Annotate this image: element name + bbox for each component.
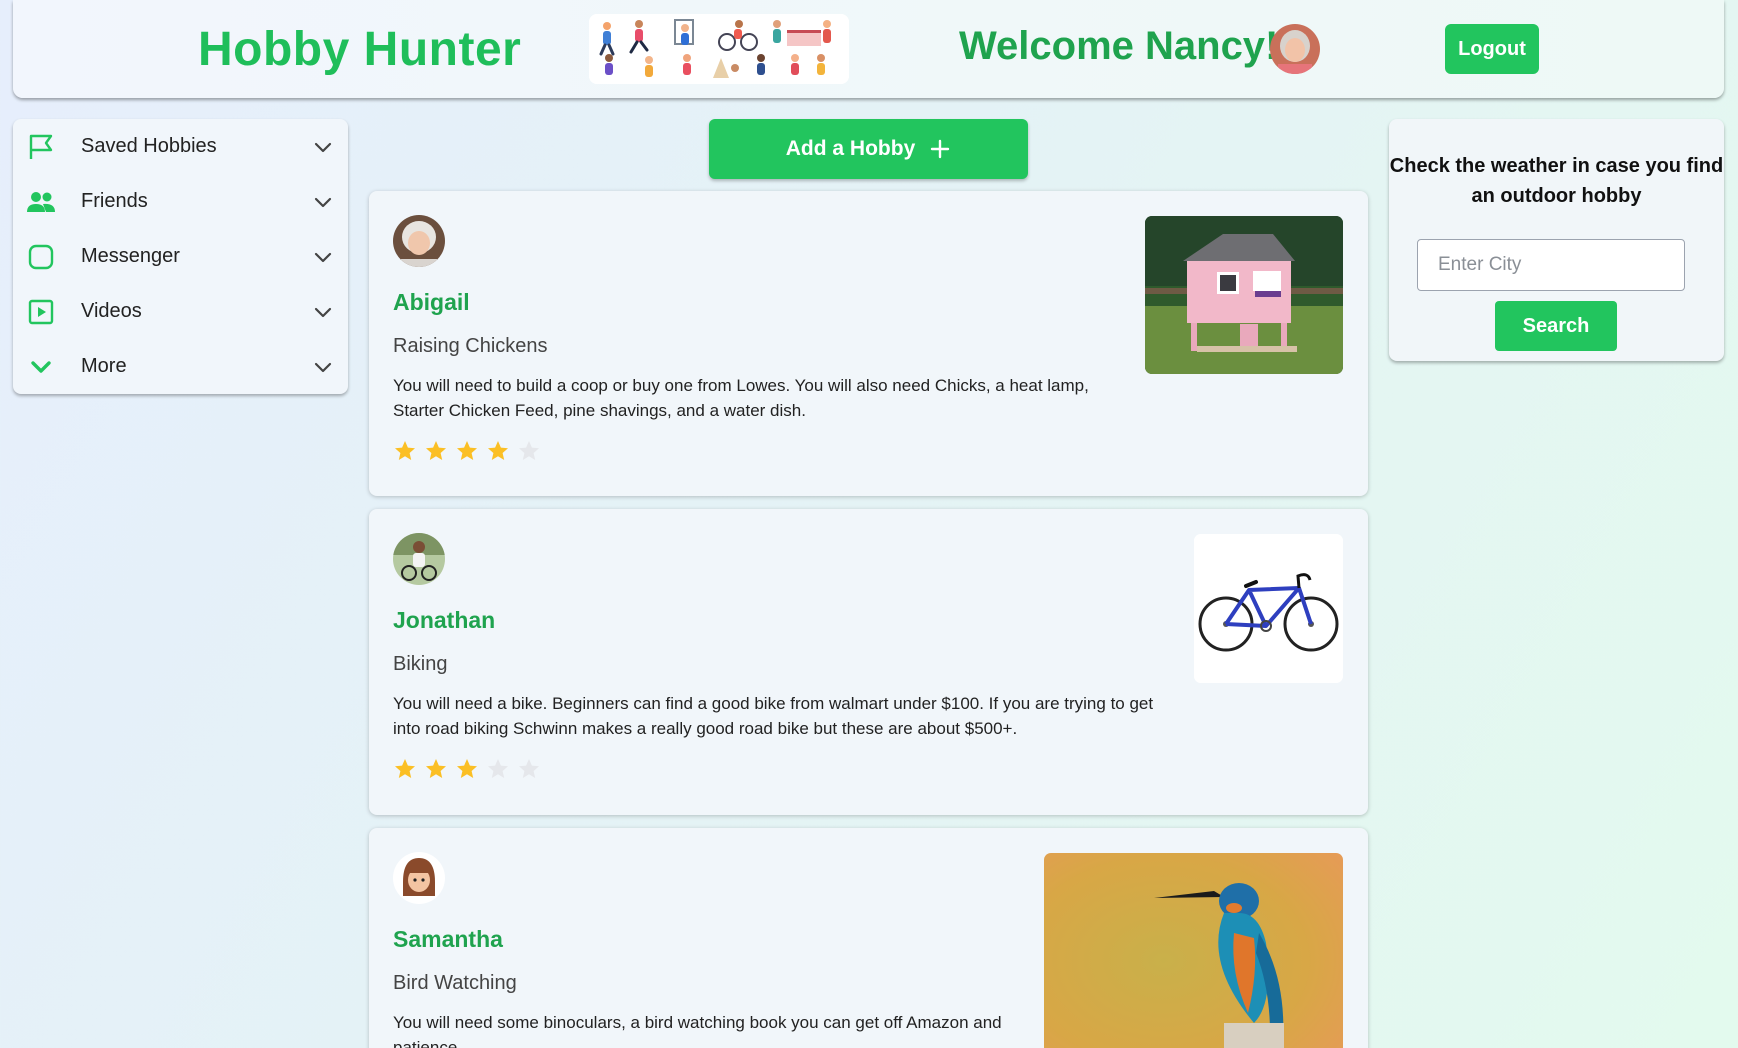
star-empty-icon[interactable] (517, 757, 541, 781)
avatar[interactable] (393, 533, 445, 585)
chevron-down-icon[interactable] (312, 246, 334, 268)
message-icon (28, 244, 54, 269)
add-hobby-label: Add a Hobby (785, 137, 916, 160)
star-empty-icon[interactable] (517, 439, 541, 463)
sidebar-item-more[interactable]: More (13, 339, 348, 394)
avatar[interactable] (393, 852, 445, 904)
chevron-down-icon (31, 360, 51, 373)
post-author-name[interactable]: Abigail (393, 289, 470, 316)
logout-button[interactable]: Logout (1445, 24, 1539, 74)
weather-panel: Check the weather in case you find an ou… (1389, 119, 1724, 361)
add-hobby-button[interactable]: Add a Hobby (709, 119, 1028, 179)
sidebar-nav: Saved Hobbies Friends Messenger Videos M… (13, 119, 348, 394)
post-description: You will need to build a coop or buy one… (393, 376, 1089, 420)
sidebar-item-label: Friends (81, 190, 148, 212)
post-hobby-title: Biking (393, 653, 448, 675)
users-icon (27, 191, 55, 212)
sidebar-item-friends[interactable]: Friends (13, 174, 348, 229)
chevron-down-icon[interactable] (312, 191, 334, 213)
star-rating[interactable] (393, 439, 541, 463)
flag-icon (29, 134, 53, 159)
avatar[interactable] (393, 215, 445, 267)
star-filled-icon[interactable] (393, 439, 417, 463)
post-description: You will need a bike. Beginners can find… (393, 694, 1154, 738)
sidebar-item-label: Messenger (81, 245, 180, 267)
plus-icon (931, 139, 950, 159)
weather-title: Check the weather in case you find an ou… (1389, 155, 1724, 207)
sidebar-item-videos[interactable]: Videos (13, 284, 348, 339)
post-author-name[interactable]: Jonathan (393, 607, 495, 634)
post-author-name[interactable]: Samantha (393, 926, 503, 953)
star-filled-icon[interactable] (424, 757, 448, 781)
star-filled-icon[interactable] (455, 439, 479, 463)
star-rating[interactable] (393, 757, 541, 781)
star-filled-icon[interactable] (486, 439, 510, 463)
chevron-down-icon[interactable] (312, 301, 334, 323)
sidebar-item-label: More (81, 355, 127, 377)
sidebar-item-label: Videos (81, 300, 142, 322)
chevron-down-icon[interactable] (312, 136, 334, 158)
top-header: Hobby Hunter Welcome Nancy! Logout (13, 0, 1724, 98)
city-input[interactable] (1417, 239, 1685, 291)
hobby-post-card: Samantha Bird Watching You will need som… (369, 828, 1368, 1048)
welcome-message: Welcome Nancy! (959, 24, 1279, 68)
hobby-post-card: Abigail Raising Chickens You will need t… (369, 191, 1368, 496)
video-icon (28, 299, 54, 324)
road-bike-image (1194, 534, 1343, 683)
kingfisher-bird-image (1044, 853, 1343, 1048)
star-filled-icon[interactable] (424, 439, 448, 463)
chicken-coop-image (1145, 216, 1343, 374)
star-filled-icon[interactable] (455, 757, 479, 781)
sidebar-item-label: Saved Hobbies (81, 135, 217, 157)
sidebar-item-saved-hobbies[interactable]: Saved Hobbies (13, 119, 348, 174)
post-hobby-title: Bird Watching (393, 972, 517, 994)
star-empty-icon[interactable] (486, 757, 510, 781)
search-button[interactable]: Search (1495, 301, 1617, 351)
chevron-down-icon[interactable] (312, 356, 334, 378)
sidebar-item-messenger[interactable]: Messenger (13, 229, 348, 284)
user-avatar[interactable] (1270, 24, 1320, 74)
app-title: Hobby Hunter (198, 23, 522, 76)
hobby-post-card: Jonathan Biking You will need a bike. Be… (369, 509, 1368, 815)
star-filled-icon[interactable] (393, 757, 417, 781)
post-hobby-title: Raising Chickens (393, 335, 548, 357)
post-description: You will need some binoculars, a bird wa… (393, 1013, 1002, 1048)
hobby-banner-image (589, 14, 849, 84)
